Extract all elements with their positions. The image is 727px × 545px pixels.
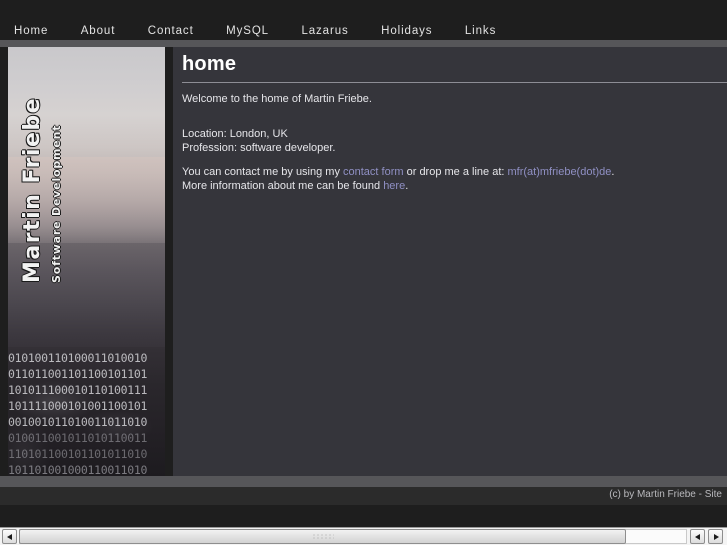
binary-row: 001001011010011011010 xyxy=(8,415,148,429)
chevron-right-icon xyxy=(713,533,719,540)
binary-row: 101011100010110100111 xyxy=(8,383,148,397)
page-title: home xyxy=(182,53,237,75)
binary-row: 110101100101101011010 xyxy=(8,447,148,461)
nav-link-contact[interactable]: Contact xyxy=(134,25,208,37)
chevron-left-icon xyxy=(694,533,700,540)
more-info-link[interactable]: here xyxy=(383,180,405,192)
nav-link-lazarus[interactable]: Lazarus xyxy=(287,25,362,37)
browser-page: Home About Contact MySQL Lazarus Holiday… xyxy=(0,0,727,522)
nav-item-lazarus[interactable]: Lazarus xyxy=(287,21,362,39)
scroll-left-button-secondary[interactable] xyxy=(690,529,705,544)
contact-prefix-text: You can contact me by using my xyxy=(182,166,344,178)
nav-link-mysql[interactable]: MySQL xyxy=(212,25,283,37)
sidebar-subtitle: Software Development xyxy=(50,124,63,283)
profession-text: Profession: software developer. xyxy=(182,142,336,154)
more-prefix-text: More information about me can be found xyxy=(182,180,384,192)
binary-row: 010011001011010110011 xyxy=(8,431,148,445)
contact-middle-text: or drop me a line at: xyxy=(403,166,508,178)
top-navigation-bar: Home About Contact MySQL Lazarus Holiday… xyxy=(0,0,727,40)
nav-link-about[interactable]: About xyxy=(67,25,130,37)
contact-suffix-text: . xyxy=(611,166,615,178)
scrollbar-grip-icon xyxy=(311,533,334,540)
nav-separator-band xyxy=(0,40,727,47)
binary-row: 101111000101001100101 xyxy=(8,399,148,413)
footer-bar: (c) by Martin Friebe - Site xyxy=(0,487,727,505)
more-info-paragraph: More information about me can be found h… xyxy=(182,179,408,193)
nav-link-home[interactable]: Home xyxy=(0,25,62,37)
nav-item-contact[interactable]: Contact xyxy=(134,21,208,39)
scroll-left-button[interactable] xyxy=(2,529,17,544)
scroll-right-button[interactable] xyxy=(708,529,723,544)
footer-separator-band xyxy=(0,476,727,487)
nav-item-home[interactable]: Home xyxy=(0,21,62,39)
welcome-text: Welcome to the home of Martin Friebe. xyxy=(182,93,372,105)
nav-item-links[interactable]: Links xyxy=(451,21,510,39)
main-content-panel: home Welcome to the home of Martin Frieb… xyxy=(173,47,727,476)
sidebar-binary-overlay: 010100110100011010010 011011001101100101… xyxy=(8,350,165,476)
nav-item-about[interactable]: About xyxy=(67,21,130,39)
nav-list: Home About Contact MySQL Lazarus Holiday… xyxy=(0,21,510,40)
more-suffix-text: . xyxy=(405,180,409,192)
scrollbar-thumb[interactable] xyxy=(19,529,626,544)
nav-item-holidays[interactable]: Holidays xyxy=(367,21,446,39)
copyright-text: (c) by Martin Friebe - Site xyxy=(609,489,722,500)
chevron-left-icon xyxy=(6,533,12,540)
binary-row: 011011001101100101101 xyxy=(8,367,148,381)
sidebar-banner-image: 010100110100011010010 011011001101100101… xyxy=(8,47,165,476)
nav-link-links[interactable]: Links xyxy=(451,25,510,37)
sidebar-name-title: Martin Friebe xyxy=(20,96,45,283)
horizontal-scrollbar[interactable] xyxy=(0,527,727,545)
binary-row: 010100110100011010010 xyxy=(8,351,148,365)
email-link[interactable]: mfr(at)mfriebe(dot)de xyxy=(508,166,612,178)
binary-row: 101101001000110011010 xyxy=(8,463,148,476)
nav-link-holidays[interactable]: Holidays xyxy=(367,25,446,37)
contact-form-link[interactable]: contact form xyxy=(343,166,404,178)
title-divider xyxy=(182,82,727,83)
contact-paragraph: You can contact me by using my contact f… xyxy=(182,165,614,179)
nav-item-mysql[interactable]: MySQL xyxy=(212,21,283,39)
location-text: Location: London, UK xyxy=(182,128,288,140)
